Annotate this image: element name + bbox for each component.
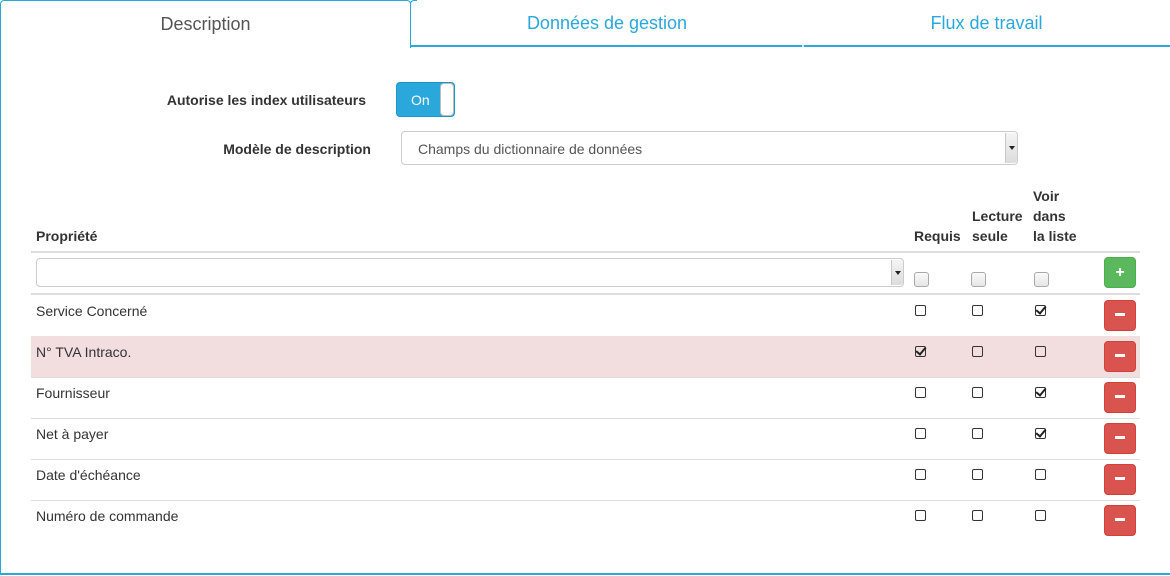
description-model-select[interactable]: Champs du dictionnaire de données <box>401 131 1018 165</box>
column-header-visible-line2: dans <box>1033 208 1066 224</box>
required-checkbox[interactable] <box>915 346 926 357</box>
property-name: Numéro de commande <box>36 508 179 524</box>
readonly-checkbox[interactable] <box>972 428 983 439</box>
property-select[interactable] <box>36 258 904 287</box>
minus-icon <box>1115 436 1125 440</box>
minus-icon <box>1115 477 1125 481</box>
add-property-button[interactable]: + <box>1104 257 1136 288</box>
toggle-knob[interactable] <box>440 83 454 116</box>
visible-checkbox[interactable] <box>1035 510 1046 521</box>
column-header-required: Requis <box>914 228 961 244</box>
column-header-readonly: Lecture seule <box>972 206 1023 246</box>
column-header-readonly-line1: Lecture <box>972 208 1023 224</box>
readonly-checkbox[interactable] <box>972 387 983 398</box>
readonly-checkbox[interactable] <box>972 346 983 357</box>
visible-checkbox[interactable] <box>1035 387 1046 398</box>
plus-icon: + <box>1115 264 1125 281</box>
minus-icon <box>1115 518 1125 522</box>
required-checkbox[interactable] <box>915 387 926 398</box>
table-row: Date d'échéance <box>31 459 1140 500</box>
column-header-visible-line1: Voir <box>1033 188 1060 204</box>
tab-bar: Description Données de gestion Flux de t… <box>0 0 1170 48</box>
readonly-checkbox[interactable] <box>972 510 983 521</box>
table-row: Service Concerné <box>31 295 1140 336</box>
readonly-checkbox[interactable] <box>972 305 983 316</box>
tab-description[interactable]: Description <box>0 0 411 47</box>
readonly-checkbox[interactable] <box>972 469 983 480</box>
new-visible-checkbox[interactable] <box>1034 272 1049 287</box>
remove-property-button[interactable] <box>1104 341 1136 372</box>
remove-property-button[interactable] <box>1104 505 1136 536</box>
description-model-value: Champs du dictionnaire de données <box>418 141 643 157</box>
column-header-readonly-line2: seule <box>972 228 1008 244</box>
property-name: Net à payer <box>36 426 109 442</box>
visible-checkbox[interactable] <box>1035 428 1046 439</box>
table-row: Net à payer <box>31 418 1140 459</box>
remove-property-button[interactable] <box>1104 423 1136 454</box>
tab-donnees-de-gestion[interactable]: Données de gestion <box>410 0 803 48</box>
table-row: N° TVA Intraco. <box>31 336 1140 377</box>
required-checkbox[interactable] <box>915 469 926 480</box>
toggle-on-label: On <box>411 92 430 108</box>
required-checkbox[interactable] <box>915 305 926 316</box>
property-name: N° TVA Intraco. <box>36 344 132 360</box>
chevron-down-icon <box>891 260 903 285</box>
minus-icon <box>1115 313 1125 317</box>
required-checkbox[interactable] <box>915 428 926 439</box>
remove-property-button[interactable] <box>1104 300 1136 331</box>
table-row: Numéro de commande <box>31 500 1140 541</box>
table-row: Fournisseur <box>31 377 1140 418</box>
chevron-down-icon <box>1005 133 1017 163</box>
required-checkbox[interactable] <box>915 510 926 521</box>
remove-property-button[interactable] <box>1104 464 1136 495</box>
property-name: Date d'échéance <box>36 467 141 483</box>
new-readonly-checkbox[interactable] <box>971 272 986 287</box>
minus-icon <box>1115 354 1125 358</box>
column-header-property: Propriété <box>36 228 98 244</box>
user-index-label: Autorise les index utilisateurs <box>166 92 366 108</box>
user-index-toggle[interactable]: On <box>396 82 455 117</box>
property-name: Fournisseur <box>36 385 110 401</box>
tab-flux-de-travail[interactable]: Flux de travail <box>802 0 1170 47</box>
minus-icon <box>1115 395 1125 399</box>
visible-checkbox[interactable] <box>1035 469 1046 480</box>
visible-checkbox[interactable] <box>1035 305 1046 316</box>
new-required-checkbox[interactable] <box>914 272 929 287</box>
column-header-visible-line3: la liste <box>1033 228 1077 244</box>
description-model-label: Modèle de description <box>223 141 371 157</box>
header-divider <box>31 251 1140 253</box>
column-header-visible: Voir dans la liste <box>1033 186 1077 246</box>
remove-property-button[interactable] <box>1104 382 1136 413</box>
property-name: Service Concerné <box>36 303 148 319</box>
visible-checkbox[interactable] <box>1035 346 1046 357</box>
